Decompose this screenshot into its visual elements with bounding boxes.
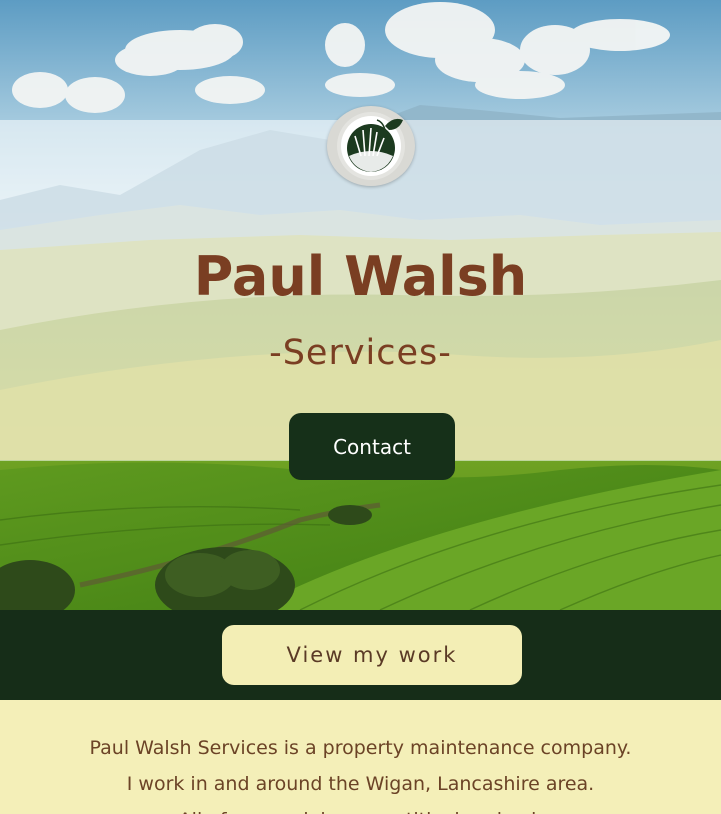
about-text-line: All of my work is competitively priced.	[0, 802, 721, 814]
contact-button[interactable]: Contact	[289, 413, 455, 480]
about-text-line: I work in and around the Wigan, Lancashi…	[126, 773, 595, 795]
site-subtitle: -Services-	[269, 333, 452, 373]
hero-section: Paul Walsh -Services- Contact	[0, 0, 721, 610]
about-section: Paul Walsh Services is a property mainte…	[0, 700, 721, 814]
view-my-work-button[interactable]: View my work	[222, 625, 522, 685]
about-text-line: Paul Walsh Services is a property mainte…	[89, 737, 632, 759]
page: Paul Walsh -Services- Contact View my wo…	[0, 0, 721, 814]
work-band: View my work	[0, 610, 721, 700]
site-title: Paul Walsh	[193, 245, 528, 308]
grass-sprout-logo-icon	[327, 106, 415, 186]
